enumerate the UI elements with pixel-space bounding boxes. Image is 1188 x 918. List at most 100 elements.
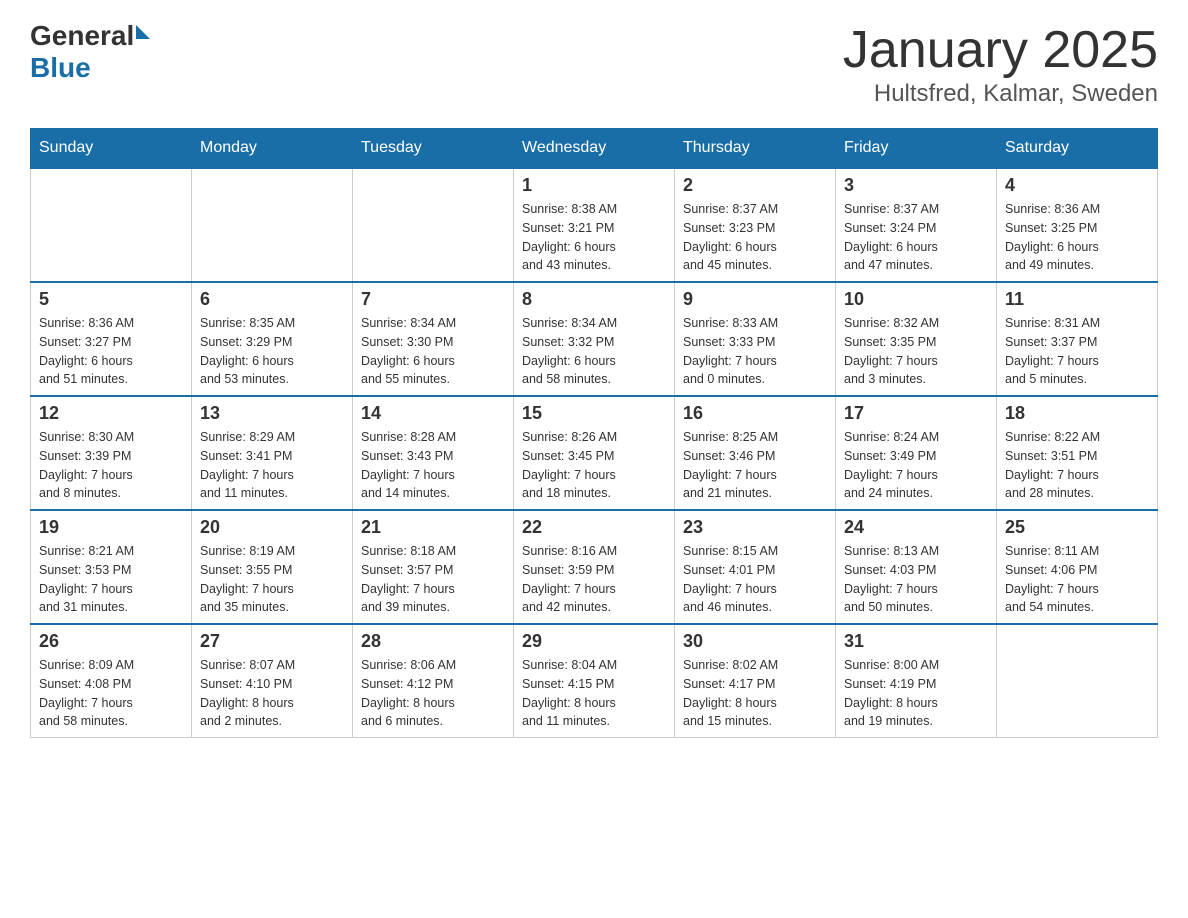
calendar-cell: 1Sunrise: 8:38 AMSunset: 3:21 PMDaylight… [514,168,675,282]
day-info: Sunrise: 8:34 AMSunset: 3:30 PMDaylight:… [361,314,505,389]
day-number: 25 [1005,517,1149,538]
calendar-cell: 18Sunrise: 8:22 AMSunset: 3:51 PMDayligh… [997,396,1158,510]
calendar-cell [997,624,1158,738]
calendar-cell: 29 Sunrise: 8:04 AMSunset: 4:15 PMDayligh… [514,624,675,738]
day-info: Sunrise: 8:37 AMSunset: 3:24 PMDaylight:… [844,200,988,275]
calendar-cell: 23 Sunrise: 8:15 AMSunset: 4:01 PMDayligh… [675,510,836,624]
calendar-header-thursday: Thursday [675,129,836,169]
day-info: Sunrise: 8:21 AMSunset: 3:53 PMDaylight:… [39,542,183,617]
calendar-cell: 30 Sunrise: 8:02 AMSunset: 4:17 PMDayligh… [675,624,836,738]
calendar-cell: 28 Sunrise: 8:06 AMSunset: 4:12 PMDayligh… [353,624,514,738]
logo-general-text: General [30,20,134,52]
logo: General Blue [30,20,152,84]
day-number: 9 [683,289,827,310]
calendar-cell: 14Sunrise: 8:28 AMSunset: 3:43 PMDayligh… [353,396,514,510]
day-info: Sunrise: 8:35 AMSunset: 3:29 PMDaylight:… [200,314,344,389]
calendar-cell [353,168,514,282]
logo-triangle-icon [136,25,150,39]
day-info: Sunrise: 8:18 AMSunset: 3:57 PMDaylight:… [361,542,505,617]
day-number: 19 [39,517,183,538]
calendar-cell: 21 Sunrise: 8:18 AMSunset: 3:57 PMDayligh… [353,510,514,624]
day-info: Sunrise: 8:29 AMSunset: 3:41 PMDaylight:… [200,428,344,503]
calendar-cell: 15 Sunrise: 8:26 AMSunset: 3:45 PMDayligh… [514,396,675,510]
day-number: 11 [1005,289,1149,310]
calendar-header-friday: Friday [836,129,997,169]
day-info: Sunrise: 8:11 AMSunset: 4:06 PMDaylight:… [1005,542,1149,617]
day-number: 24 [844,517,988,538]
day-number: 10 [844,289,988,310]
day-number: 4 [1005,175,1149,196]
day-info: Sunrise: 8:26 AMSunset: 3:45 PMDaylight:… [522,428,666,503]
day-info: Sunrise: 8:19 AMSunset: 3:55 PMDaylight:… [200,542,344,617]
day-info: Sunrise: 8:30 AMSunset: 3:39 PMDaylight:… [39,428,183,503]
calendar-week-row: 19 Sunrise: 8:21 AMSunset: 3:53 PMDayligh… [31,510,1158,624]
month-title: January 2025 [843,20,1158,80]
day-number: 15 [522,403,666,424]
day-number: 30 [683,631,827,652]
calendar-week-row: 12Sunrise: 8:30 AMSunset: 3:39 PMDayligh… [31,396,1158,510]
day-number: 5 [39,289,183,310]
logo-blue-text: Blue [30,52,91,83]
day-info: Sunrise: 8:06 AMSunset: 4:12 PMDaylight:… [361,656,505,731]
day-info: Sunrise: 8:15 AMSunset: 4:01 PMDaylight:… [683,542,827,617]
day-number: 3 [844,175,988,196]
day-number: 29 [522,631,666,652]
day-info: Sunrise: 8:16 AMSunset: 3:59 PMDaylight:… [522,542,666,617]
calendar-cell: 4 Sunrise: 8:36 AMSunset: 3:25 PMDaylight… [997,168,1158,282]
calendar-week-row: 5 Sunrise: 8:36 AMSunset: 3:27 PMDaylight… [31,282,1158,396]
calendar-header-row: SundayMondayTuesdayWednesdayThursdayFrid… [31,129,1158,169]
calendar-cell: 19 Sunrise: 8:21 AMSunset: 3:53 PMDayligh… [31,510,192,624]
day-info: Sunrise: 8:00 AMSunset: 4:19 PMDaylight:… [844,656,988,731]
calendar-header-monday: Monday [192,129,353,169]
day-number: 6 [200,289,344,310]
day-info: Sunrise: 8:07 AMSunset: 4:10 PMDaylight:… [200,656,344,731]
calendar-header-sunday: Sunday [31,129,192,169]
day-info: Sunrise: 8:02 AMSunset: 4:17 PMDaylight:… [683,656,827,731]
calendar-cell: 26 Sunrise: 8:09 AMSunset: 4:08 PMDayligh… [31,624,192,738]
day-number: 8 [522,289,666,310]
calendar-cell [192,168,353,282]
day-info: Sunrise: 8:36 AMSunset: 3:27 PMDaylight:… [39,314,183,389]
calendar-cell: 25 Sunrise: 8:11 AMSunset: 4:06 PMDayligh… [997,510,1158,624]
day-info: Sunrise: 8:24 AMSunset: 3:49 PMDaylight:… [844,428,988,503]
day-info: Sunrise: 8:31 AMSunset: 3:37 PMDaylight:… [1005,314,1149,389]
calendar-cell: 20 Sunrise: 8:19 AMSunset: 3:55 PMDayligh… [192,510,353,624]
calendar-cell: 27 Sunrise: 8:07 AMSunset: 4:10 PMDayligh… [192,624,353,738]
day-info: Sunrise: 8:04 AMSunset: 4:15 PMDaylight:… [522,656,666,731]
calendar-cell: 5 Sunrise: 8:36 AMSunset: 3:27 PMDaylight… [31,282,192,396]
day-info: Sunrise: 8:36 AMSunset: 3:25 PMDaylight:… [1005,200,1149,275]
calendar-header-tuesday: Tuesday [353,129,514,169]
day-number: 7 [361,289,505,310]
day-number: 31 [844,631,988,652]
day-number: 23 [683,517,827,538]
calendar-cell: 22 Sunrise: 8:16 AMSunset: 3:59 PMDayligh… [514,510,675,624]
calendar-cell: 9 Sunrise: 8:33 AMSunset: 3:33 PMDaylight… [675,282,836,396]
day-number: 28 [361,631,505,652]
calendar-week-row: 1Sunrise: 8:38 AMSunset: 3:21 PMDaylight… [31,168,1158,282]
day-info: Sunrise: 8:22 AMSunset: 3:51 PMDaylight:… [1005,428,1149,503]
calendar-cell: 2Sunrise: 8:37 AMSunset: 3:23 PMDaylight… [675,168,836,282]
day-number: 20 [200,517,344,538]
calendar-cell: 6 Sunrise: 8:35 AMSunset: 3:29 PMDaylight… [192,282,353,396]
calendar-week-row: 26 Sunrise: 8:09 AMSunset: 4:08 PMDayligh… [31,624,1158,738]
title-area: January 2025 Hultsfred, Kalmar, Sweden [843,20,1158,108]
day-info: Sunrise: 8:33 AMSunset: 3:33 PMDaylight:… [683,314,827,389]
day-info: Sunrise: 8:25 AMSunset: 3:46 PMDaylight:… [683,428,827,503]
day-number: 27 [200,631,344,652]
calendar-cell: 8Sunrise: 8:34 AMSunset: 3:32 PMDaylight… [514,282,675,396]
day-number: 16 [683,403,827,424]
calendar-cell: 7 Sunrise: 8:34 AMSunset: 3:30 PMDaylight… [353,282,514,396]
calendar-header-wednesday: Wednesday [514,129,675,169]
calendar-cell: 31 Sunrise: 8:00 AMSunset: 4:19 PMDayligh… [836,624,997,738]
calendar-table: SundayMondayTuesdayWednesdayThursdayFrid… [30,128,1158,738]
calendar-cell: 16 Sunrise: 8:25 AMSunset: 3:46 PMDayligh… [675,396,836,510]
day-info: Sunrise: 8:09 AMSunset: 4:08 PMDaylight:… [39,656,183,731]
day-number: 26 [39,631,183,652]
calendar-cell: 24Sunrise: 8:13 AMSunset: 4:03 PMDayligh… [836,510,997,624]
day-number: 22 [522,517,666,538]
calendar-cell: 12Sunrise: 8:30 AMSunset: 3:39 PMDayligh… [31,396,192,510]
day-number: 14 [361,403,505,424]
calendar-cell: 3 Sunrise: 8:37 AMSunset: 3:24 PMDaylight… [836,168,997,282]
day-number: 21 [361,517,505,538]
day-info: Sunrise: 8:38 AMSunset: 3:21 PMDaylight:… [522,200,666,275]
